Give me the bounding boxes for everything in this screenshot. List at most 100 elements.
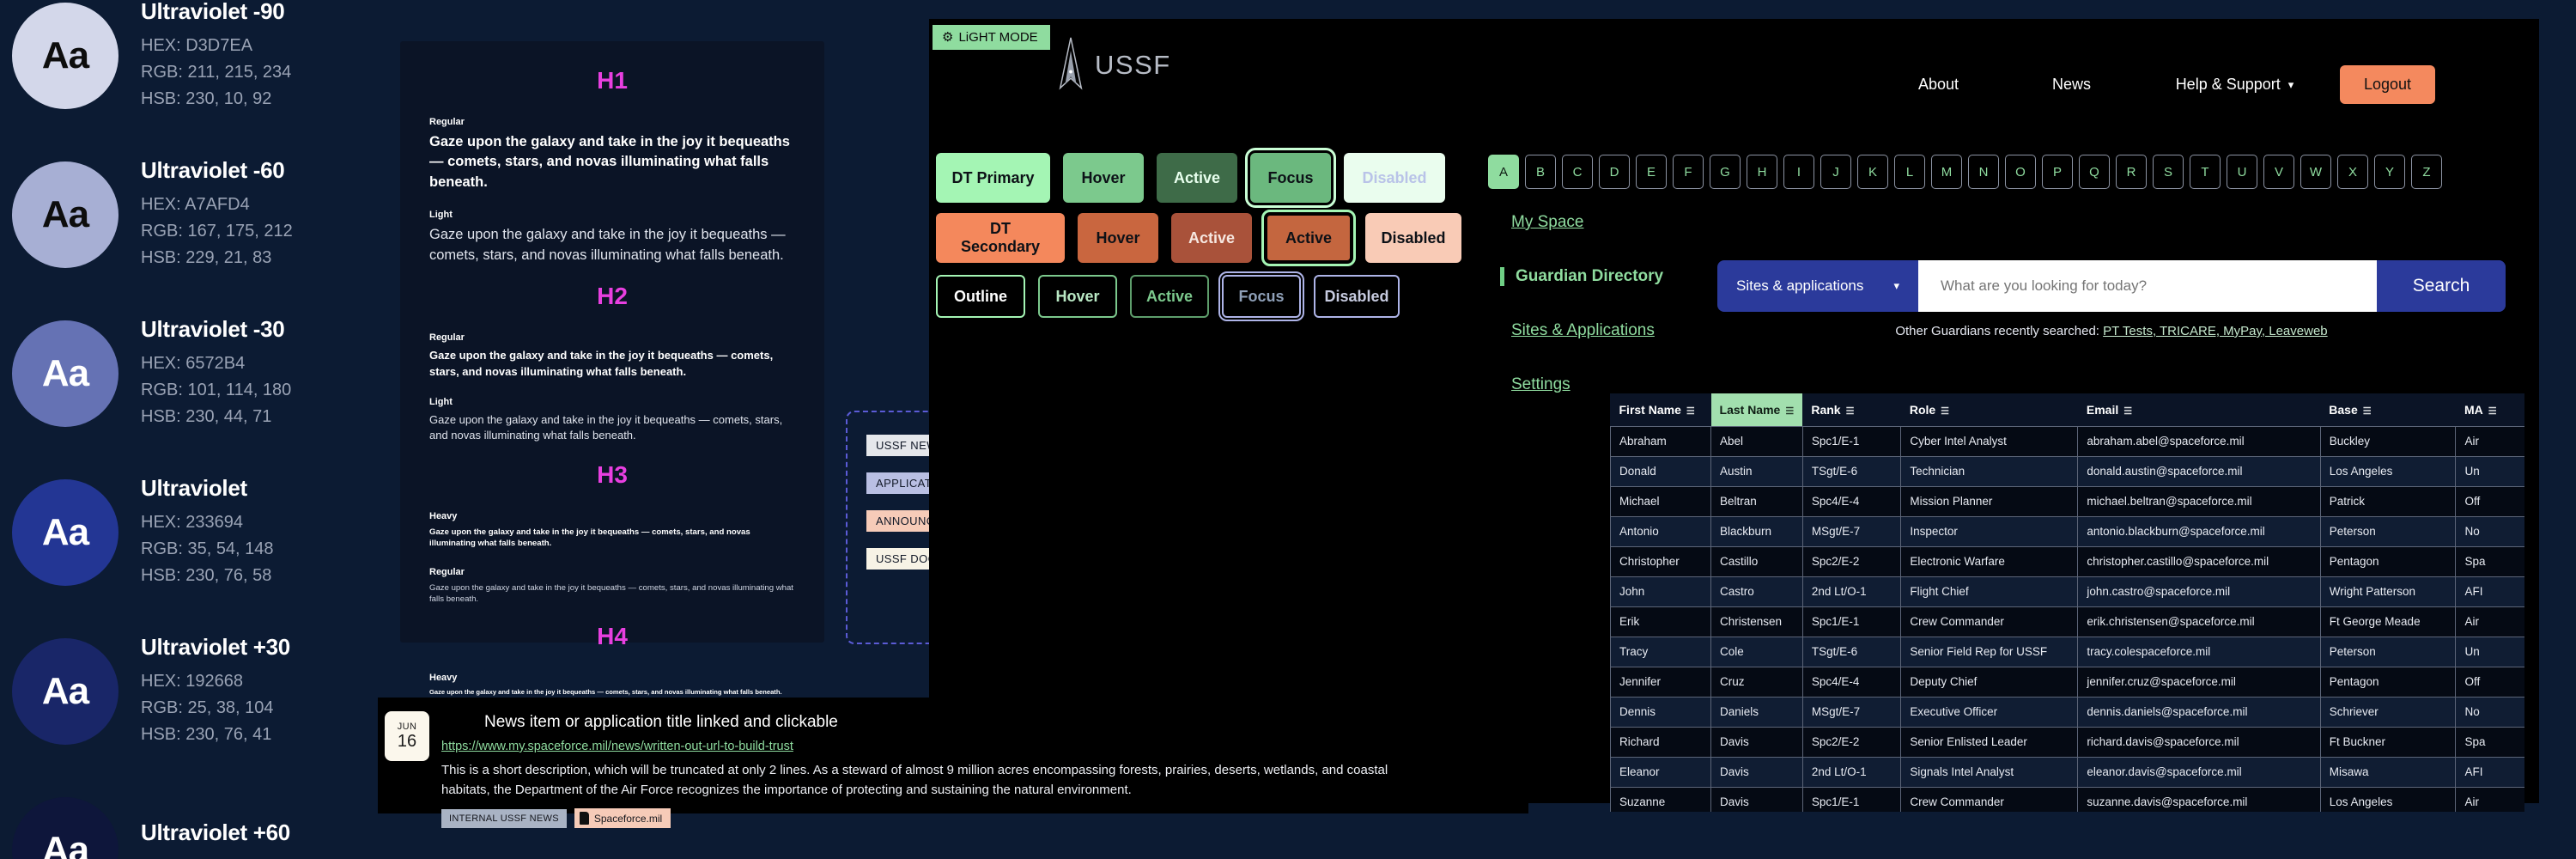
logout-button[interactable]: Logout [2340,65,2436,104]
alpha-filter-o[interactable]: O [2005,155,2036,189]
table-row[interactable]: Eleanor Davis 2nd Lt/O-1 Signals Intel Anal… [1610,756,2524,788]
news-url-link[interactable]: https://www.my.spaceforce.mil/news/writt… [441,740,793,753]
table-row[interactable]: Richard Davis Spc2/E-2 Senior Enlisted Lead… [1610,726,2524,758]
filter-icon[interactable]: ☰ [2363,405,2372,417]
table-cell: John [1610,576,1712,607]
table-cell: 2nd Lt/O-1 [1801,756,1902,788]
table-cell: donald.austin@spaceforce.mil [2077,455,2321,487]
color-swatch-name: Ultraviolet -60 [141,157,285,183]
sidenav-item-settings[interactable]: Settings [1511,375,1709,394]
search-bar: Sites & applications ▾ Search [1717,260,2506,312]
alpha-filter-t[interactable]: T [2190,155,2221,189]
alpha-filter-l[interactable]: L [1894,155,1925,189]
table-row[interactable]: Antonio Blackburn MSgt/E-7 Inspector antonio… [1610,515,2524,547]
search-scope-dropdown[interactable]: Sites & applications ▾ [1717,260,1918,312]
search-input[interactable] [1918,260,2377,312]
alpha-filter-x[interactable]: X [2337,155,2368,189]
table-row[interactable]: Abraham Abel Spc1/E-1 Cyber Intel Analyst ab… [1610,425,2524,457]
filter-icon[interactable]: ☰ [1846,405,1855,417]
alpha-filter-q[interactable]: Q [2079,155,2110,189]
sidenav-item-guardian-directory[interactable]: Guardian Directory [1500,267,1709,286]
alpha-filter-m[interactable]: M [1931,155,1962,189]
table-row[interactable]: Suzanne Davis Spc1/E-1 Crew Commander suzann… [1610,786,2524,812]
alpha-filter-p[interactable]: P [2042,155,2073,189]
button-dt-secondary-focus[interactable]: Active [1261,210,1356,266]
button-outline-active[interactable]: Active [1130,275,1209,318]
filter-icon[interactable]: ☰ [1941,405,1949,417]
guardian-directory-table[interactable]: First Name ☰ Last Name ☰ Rank ☰ Role ☰ Email ☰ Bas… [1610,393,2524,812]
button-dt-primary[interactable]: DT Primary [936,153,1050,203]
alpha-filter-a[interactable]: A [1488,155,1519,189]
news-title-link[interactable]: News item or application title linked an… [484,713,1528,732]
button-dt-primary-hover[interactable]: Hover [1063,153,1144,203]
alpha-filter-u[interactable]: U [2227,155,2257,189]
color-swatch-circle: Aa [12,320,118,427]
button-dt-secondary[interactable]: DT Secondary [936,213,1065,263]
light-mode-toggle[interactable]: ⚙ LiGHT MODE [933,25,1050,50]
sidenav-item-my-space[interactable]: My Space [1511,213,1709,232]
table-cell: suzanne.davis@spaceforce.mil [2077,786,2321,812]
alpha-filter-n[interactable]: N [1968,155,1999,189]
alpha-filter-f[interactable]: F [1673,155,1704,189]
alpha-filter-e[interactable]: E [1636,155,1667,189]
table-row[interactable]: Erik Christensen Spc1/E-1 Crew Commander eri… [1610,606,2524,637]
alpha-filter-j[interactable]: J [1820,155,1851,189]
table-row[interactable]: Tracy Cole TSgt/E-6 Senior Field Rep for US… [1610,636,2524,667]
button-dt-secondary-active[interactable]: Active [1171,213,1252,263]
news-tag-source-label: Spaceforce.mil [593,812,663,825]
column-header-ma[interactable]: MA ☰ [2455,393,2524,426]
filter-icon[interactable]: ☰ [1686,405,1695,417]
news-item-card[interactable]: JUN 16 News item or application title li… [378,698,1528,828]
button-outline[interactable]: Outline [936,275,1025,318]
news-tag-internal[interactable]: INTERNAL USSF NEWS [441,808,567,828]
alpha-filter-h[interactable]: H [1747,155,1777,189]
column-header-last-name[interactable]: Last Name ☰ [1710,393,1803,426]
news-tag-source[interactable]: Spaceforce.mil [574,808,671,828]
table-cell: Cyber Intel Analyst [1900,425,2079,457]
table-cell: Davis [1710,726,1803,758]
alpha-filter-k[interactable]: K [1857,155,1888,189]
button-outline-hover[interactable]: Hover [1038,275,1117,318]
alpha-filter-z[interactable]: Z [2411,155,2442,189]
alpha-filter-v[interactable]: V [2263,155,2294,189]
alpha-filter-s[interactable]: S [2153,155,2184,189]
table-row[interactable]: John Castro 2nd Lt/O-1 Flight Chief john.cas… [1610,576,2524,607]
column-header-first-name[interactable]: First Name ☰ [1610,393,1711,426]
table-row[interactable]: Donald Austin TSgt/E-6 Technician donald.aus… [1610,455,2524,487]
nav-item-about[interactable]: About [1872,76,2005,94]
specimen-text: Gaze upon the galaxy and take in the joy… [429,687,782,696]
filter-icon[interactable]: ☰ [1785,405,1794,417]
column-header-base[interactable]: Base ☰ [2320,393,2456,426]
sidenav-item-sites-applications[interactable]: Sites & Applications [1511,321,1709,340]
table-row[interactable]: Jennifer Cruz Spc4/E-4 Deputy Chief jennifer… [1610,666,2524,698]
column-header-email[interactable]: Email ☰ [2077,393,2321,426]
alpha-filter-c[interactable]: C [1562,155,1593,189]
button-outline-focus[interactable]: Focus [1218,271,1304,321]
nav-item-help-support[interactable]: Help & Support ▾ [2138,76,2331,94]
recent-searches-terms[interactable]: PT Tests, TRICARE, MyPay, Leaveweb [2103,324,2328,338]
button-dt-primary-active[interactable]: Active [1157,153,1237,203]
alpha-filter-i[interactable]: I [1783,155,1814,189]
column-header-role[interactable]: Role ☰ [1900,393,2078,426]
button-dt-secondary-hover[interactable]: Hover [1078,213,1158,263]
search-submit-button[interactable]: Search [2377,260,2506,312]
button-dt-primary-focus[interactable]: Focus [1245,148,1336,208]
table-row[interactable]: Christopher Castillo Spc2/E-2 Electronic Wa… [1610,545,2524,577]
brand-logo[interactable]: USSF [1054,36,1171,94]
filter-icon[interactable]: ☰ [2123,405,2132,417]
alpha-filter-g[interactable]: G [1710,155,1741,189]
table-cell: Flight Chief [1900,576,2079,607]
alpha-filter-y[interactable]: Y [2374,155,2405,189]
alpha-filter-w[interactable]: W [2300,155,2331,189]
table-cell: Spc2/E-2 [1801,545,1902,577]
alpha-filter-r[interactable]: R [2116,155,2147,189]
table-cell: Christensen [1710,606,1803,637]
table-row[interactable]: Dennis Daniels MSgt/E-7 Executive Officer de… [1610,696,2524,728]
alpha-filter-b[interactable]: B [1525,155,1556,189]
table-row[interactable]: Michael Beltran Spc4/E-4 Mission Planner mic… [1610,485,2524,517]
column-header-rank[interactable]: Rank ☰ [1802,393,1901,426]
alpha-filter-d[interactable]: D [1599,155,1630,189]
table-cell: Electronic Warfare [1900,545,2079,577]
filter-icon[interactable]: ☰ [2488,405,2497,417]
nav-item-news[interactable]: News [2005,76,2138,94]
